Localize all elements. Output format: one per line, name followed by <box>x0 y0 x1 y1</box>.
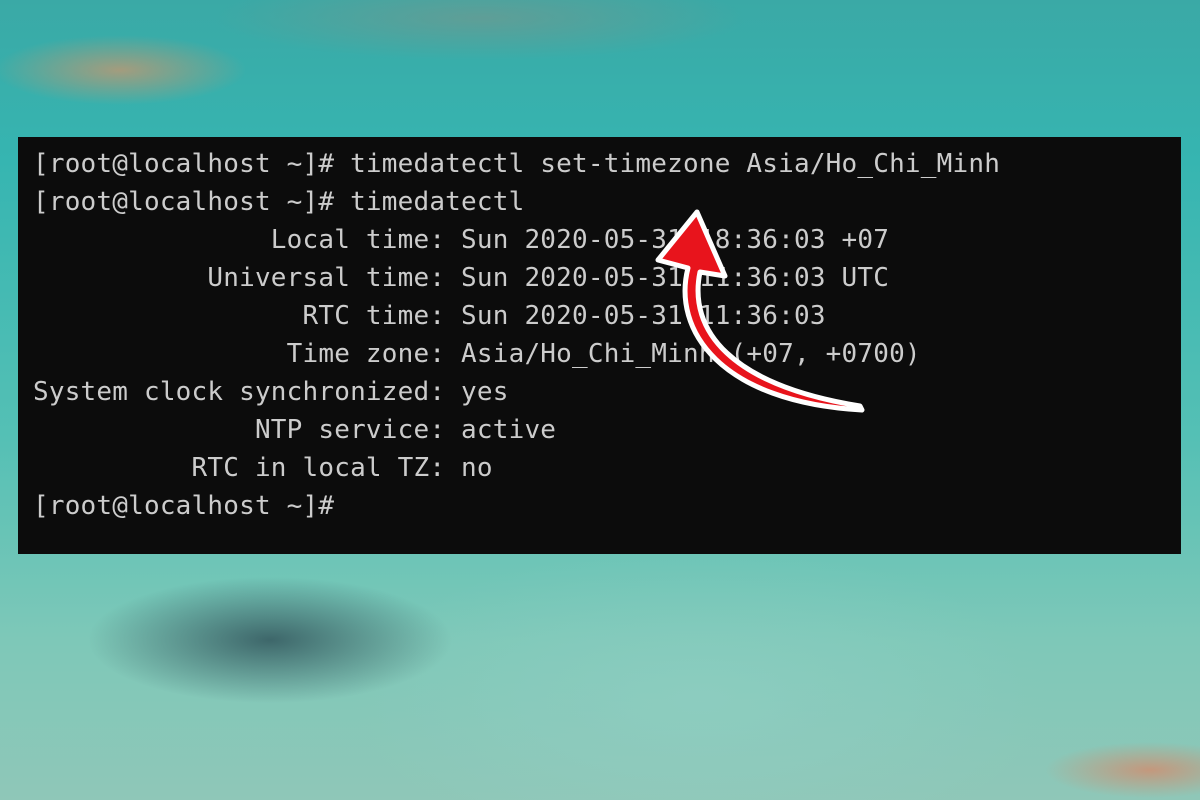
terminal-window[interactable]: [root@localhost ~]# timedatectl set-time… <box>18 137 1181 554</box>
terminal-line-clock-synchronized: System clock synchronized: yes <box>33 377 509 407</box>
terminal-line-time-zone: Time zone: Asia/Ho_Chi_Minh (+07, +0700) <box>33 339 921 369</box>
terminal-line-local-time: Local time: Sun 2020-05-31 18:36:03 +07 <box>33 225 890 255</box>
terminal-line-rtc-local-tz: RTC in local TZ: no <box>33 453 493 483</box>
terminal-line-command-set-timezone: [root@localhost ~]# timedatectl set-time… <box>33 149 1001 179</box>
terminal-line-rtc-time: RTC time: Sun 2020-05-31 11:36:03 <box>33 301 826 331</box>
desktop-background: [root@localhost ~]# timedatectl set-time… <box>0 0 1200 800</box>
terminal-line-ntp-service: NTP service: active <box>33 415 557 445</box>
terminal-line-universal-time: Universal time: Sun 2020-05-31 11:36:03 … <box>33 263 890 293</box>
terminal-line-command-timedatectl: [root@localhost ~]# timedatectl <box>33 187 525 217</box>
terminal-prompt[interactable]: [root@localhost ~]# <box>33 487 1181 525</box>
